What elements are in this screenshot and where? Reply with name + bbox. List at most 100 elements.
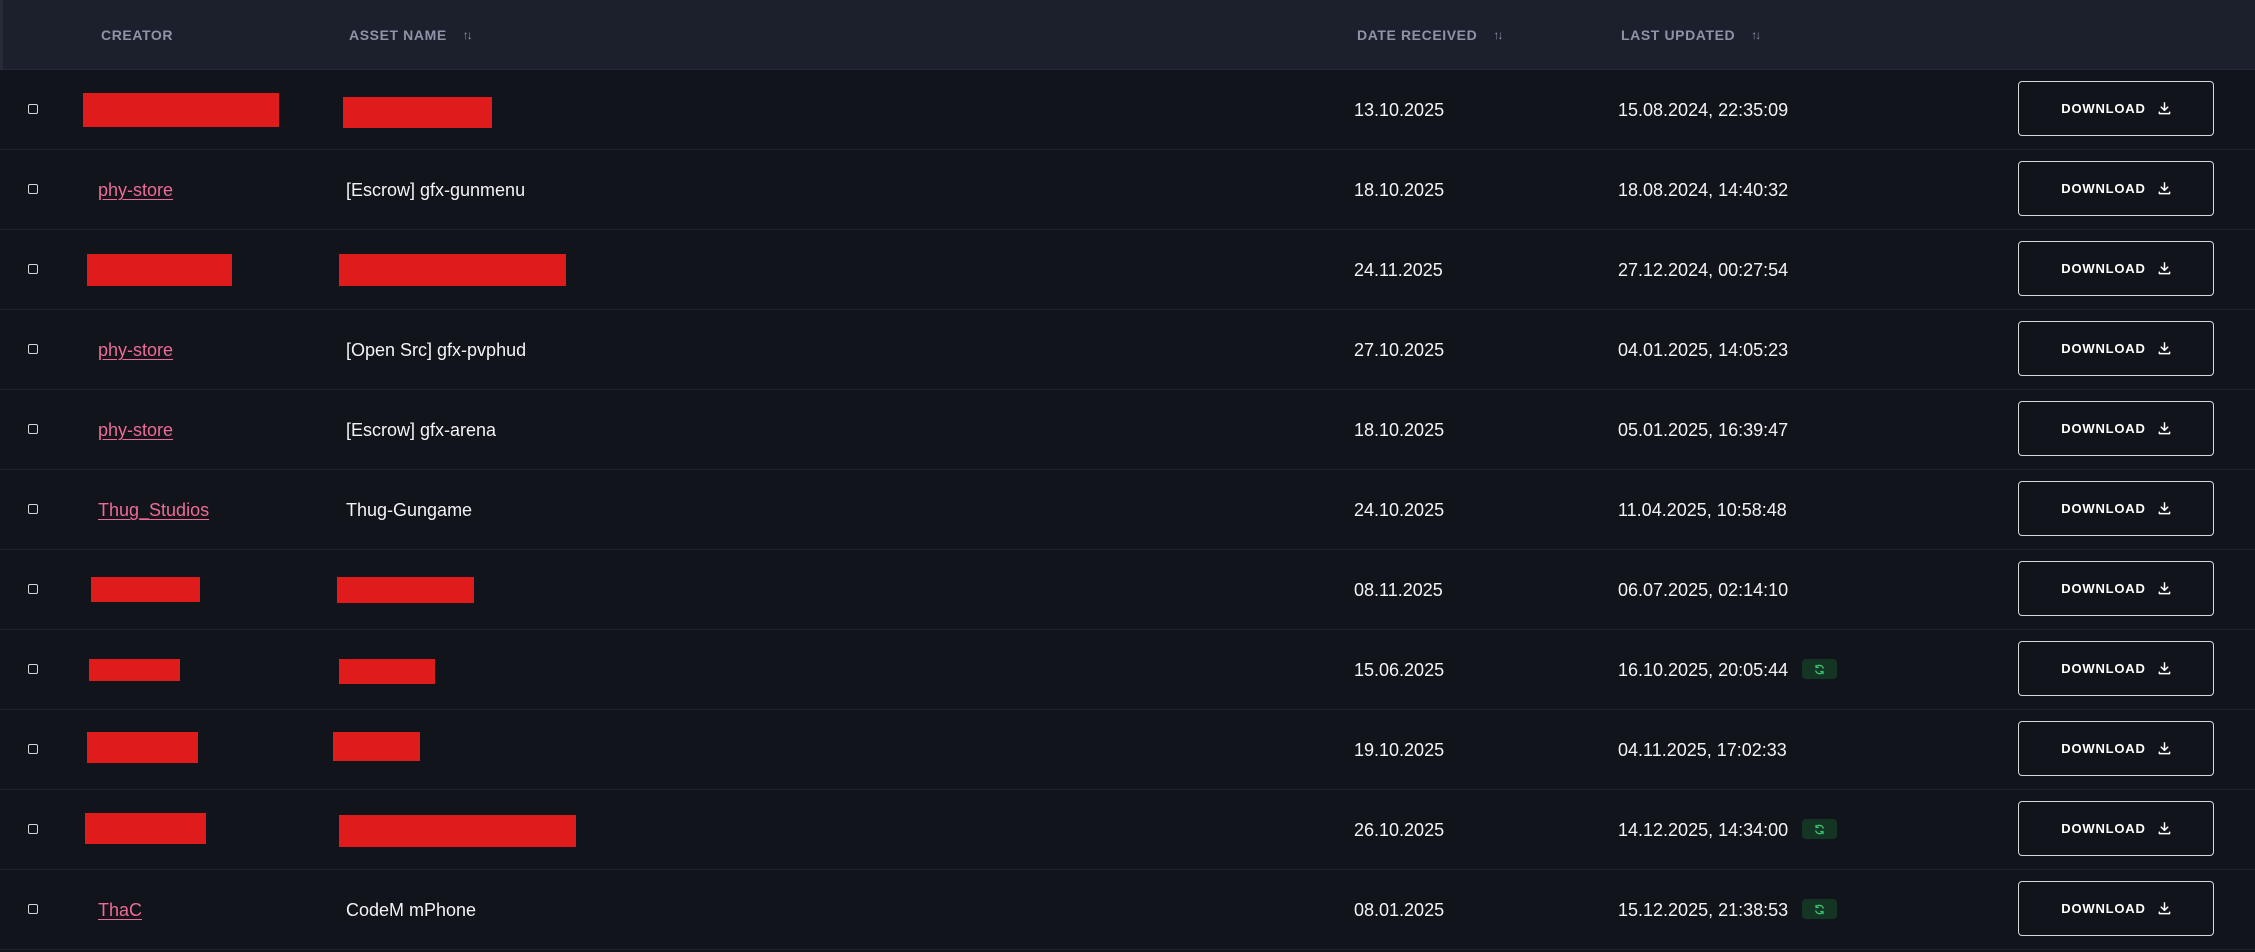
column-header-label: LAST UPDATED <box>1621 27 1736 43</box>
last-updated: 16.10.2025, 20:05:44 <box>1618 660 1789 680</box>
table-row: ThaC CodeM mPhone 08.01.2025 15.12.2025, 21… <box>0 870 2255 950</box>
table-row: 26.10.2025 14.12.2025, 14:34:00 DOWNLOAD <box>0 790 2255 870</box>
last-updated: 15.12.2025, 21:38:53 <box>1618 900 1789 920</box>
asset-name-redaction <box>343 97 492 128</box>
download-icon <box>2158 502 2171 515</box>
row-checkbox[interactable] <box>28 264 38 274</box>
refresh-icon <box>1814 904 1825 915</box>
last-updated: 27.12.2024, 00:27:54 <box>1618 260 1789 280</box>
column-header-label: CREATOR <box>101 27 174 43</box>
table-row: 19.10.2025 04.11.2025, 17:02:33 DOWNLOAD <box>0 710 2255 790</box>
download-button[interactable]: DOWNLOAD <box>2018 241 2214 296</box>
creator-redaction <box>87 732 198 763</box>
table-row: phy-store [Escrow] gfx-gunmenu 18.10.2025 1… <box>0 150 2255 230</box>
download-button[interactable]: DOWNLOAD <box>2018 321 2214 376</box>
last-updated: 06.07.2025, 02:14:10 <box>1618 580 1789 600</box>
download-icon <box>2158 822 2171 835</box>
last-updated: 18.08.2024, 14:40:32 <box>1618 180 1789 200</box>
sort-arrows-icon[interactable]: ↑↓ <box>1493 28 1503 42</box>
asset-name-redaction <box>339 815 576 847</box>
row-checkbox[interactable] <box>28 504 38 514</box>
last-updated: 05.01.2025, 16:39:47 <box>1618 420 1789 440</box>
sort-arrows-icon[interactable]: ↑↓ <box>1751 28 1761 42</box>
update-badge[interactable] <box>1802 819 1837 839</box>
download-icon <box>2158 582 2171 595</box>
table-row: 13.10.2025 15.08.2024, 22:35:09 DOWNLOAD <box>0 70 2255 150</box>
refresh-icon <box>1814 664 1825 675</box>
download-button[interactable]: DOWNLOAD <box>2018 481 2214 536</box>
download-icon <box>2158 662 2171 675</box>
download-button[interactable]: DOWNLOAD <box>2018 721 2214 776</box>
download-button[interactable]: DOWNLOAD <box>2018 801 2214 856</box>
column-header-creator[interactable]: CREATOR <box>101 27 173 43</box>
asset-name-redaction <box>333 732 420 761</box>
last-updated: 04.11.2025, 17:02:33 <box>1618 740 1787 760</box>
date-received: 13.10.2025 <box>1354 100 1445 120</box>
column-header-asset-name[interactable]: ASSET NAME ↑↓ <box>349 27 473 43</box>
row-checkbox[interactable] <box>28 344 38 354</box>
download-button[interactable]: DOWNLOAD <box>2018 401 2214 456</box>
last-updated: 14.12.2025, 14:34:00 <box>1618 820 1789 840</box>
table-row: 08.11.2025 06.07.2025, 02:14:10 DOWNLOAD <box>0 550 2255 630</box>
column-header-date-received[interactable]: DATE RECEIVED ↑↓ <box>1357 27 1503 43</box>
creator-redaction <box>89 659 180 681</box>
download-icon <box>2158 902 2171 915</box>
assets-table: CREATOR ASSET NAME ↑↓ DATE RECEIVED ↑↓ L… <box>0 0 2255 952</box>
download-button[interactable]: DOWNLOAD <box>2018 641 2214 696</box>
download-icon <box>2158 182 2171 195</box>
download-icon <box>2158 342 2171 355</box>
download-button[interactable]: DOWNLOAD <box>2018 81 2214 136</box>
row-checkbox[interactable] <box>28 104 38 114</box>
table-row: phy-store [Escrow] gfx-arena 18.10.2025 05.… <box>0 390 2255 470</box>
column-header-label: ASSET NAME <box>349 27 447 43</box>
download-button-label: DOWNLOAD <box>2061 741 2146 756</box>
sort-arrows-icon[interactable]: ↑↓ <box>463 28 473 42</box>
download-button[interactable]: DOWNLOAD <box>2018 881 2214 936</box>
download-button-label: DOWNLOAD <box>2061 901 2146 916</box>
column-header-last-updated[interactable]: LAST UPDATED ↑↓ <box>1621 27 1761 43</box>
asset-name-redaction <box>339 254 566 286</box>
download-button[interactable]: DOWNLOAD <box>2018 561 2214 616</box>
date-received: 08.01.2025 <box>1354 900 1445 920</box>
download-button[interactable]: DOWNLOAD <box>2018 161 2214 216</box>
asset-name: [Open Src] gfx-pvphud <box>346 340 527 360</box>
download-button-label: DOWNLOAD <box>2061 341 2146 356</box>
table-row: Thug_Studios Thug-Gungame 24.10.2025 11.04.… <box>0 470 2255 550</box>
last-updated: 04.01.2025, 14:05:23 <box>1618 340 1789 360</box>
row-checkbox[interactable] <box>28 424 38 434</box>
row-checkbox[interactable] <box>28 584 38 594</box>
table-header: CREATOR ASSET NAME ↑↓ DATE RECEIVED ↑↓ L… <box>0 0 2255 70</box>
date-received: 18.10.2025 <box>1354 180 1445 200</box>
row-checkbox[interactable] <box>28 824 38 834</box>
asset-name-redaction <box>337 577 474 603</box>
date-received: 08.11.2025 <box>1354 580 1443 600</box>
row-checkbox[interactable] <box>28 664 38 674</box>
asset-name: CodeM mPhone <box>346 900 477 920</box>
creator-link[interactable]: phy-store <box>98 340 173 361</box>
creator-redaction <box>83 93 279 127</box>
download-icon <box>2158 742 2171 755</box>
download-button-label: DOWNLOAD <box>2061 661 2146 676</box>
creator-link[interactable]: phy-store <box>98 180 173 201</box>
download-button-label: DOWNLOAD <box>2061 421 2146 436</box>
asset-name: [Escrow] gfx-gunmenu <box>346 180 526 200</box>
download-button-label: DOWNLOAD <box>2061 821 2146 836</box>
date-received: 24.10.2025 <box>1354 500 1445 520</box>
asset-name-redaction <box>339 659 435 684</box>
column-header-label: DATE RECEIVED <box>1357 27 1478 43</box>
creator-link[interactable]: ThaC <box>98 900 142 921</box>
table-row: 15.06.2025 16.10.2025, 20:05:44 DOWNLOAD <box>0 630 2255 710</box>
creator-link[interactable]: phy-store <box>98 420 173 441</box>
update-badge[interactable] <box>1802 659 1837 679</box>
last-updated: 11.04.2025, 10:58:48 <box>1618 500 1787 520</box>
date-received: 19.10.2025 <box>1354 740 1445 760</box>
row-checkbox[interactable] <box>28 744 38 754</box>
row-checkbox[interactable] <box>28 904 38 914</box>
download-button-label: DOWNLOAD <box>2061 101 2146 116</box>
update-badge[interactable] <box>1802 899 1837 919</box>
row-checkbox[interactable] <box>28 184 38 194</box>
table-row: phy-store [Open Src] gfx-pvphud 27.10.2025… <box>0 310 2255 390</box>
download-button-label: DOWNLOAD <box>2061 261 2146 276</box>
creator-redaction <box>85 813 206 844</box>
creator-link[interactable]: Thug_Studios <box>98 500 209 521</box>
